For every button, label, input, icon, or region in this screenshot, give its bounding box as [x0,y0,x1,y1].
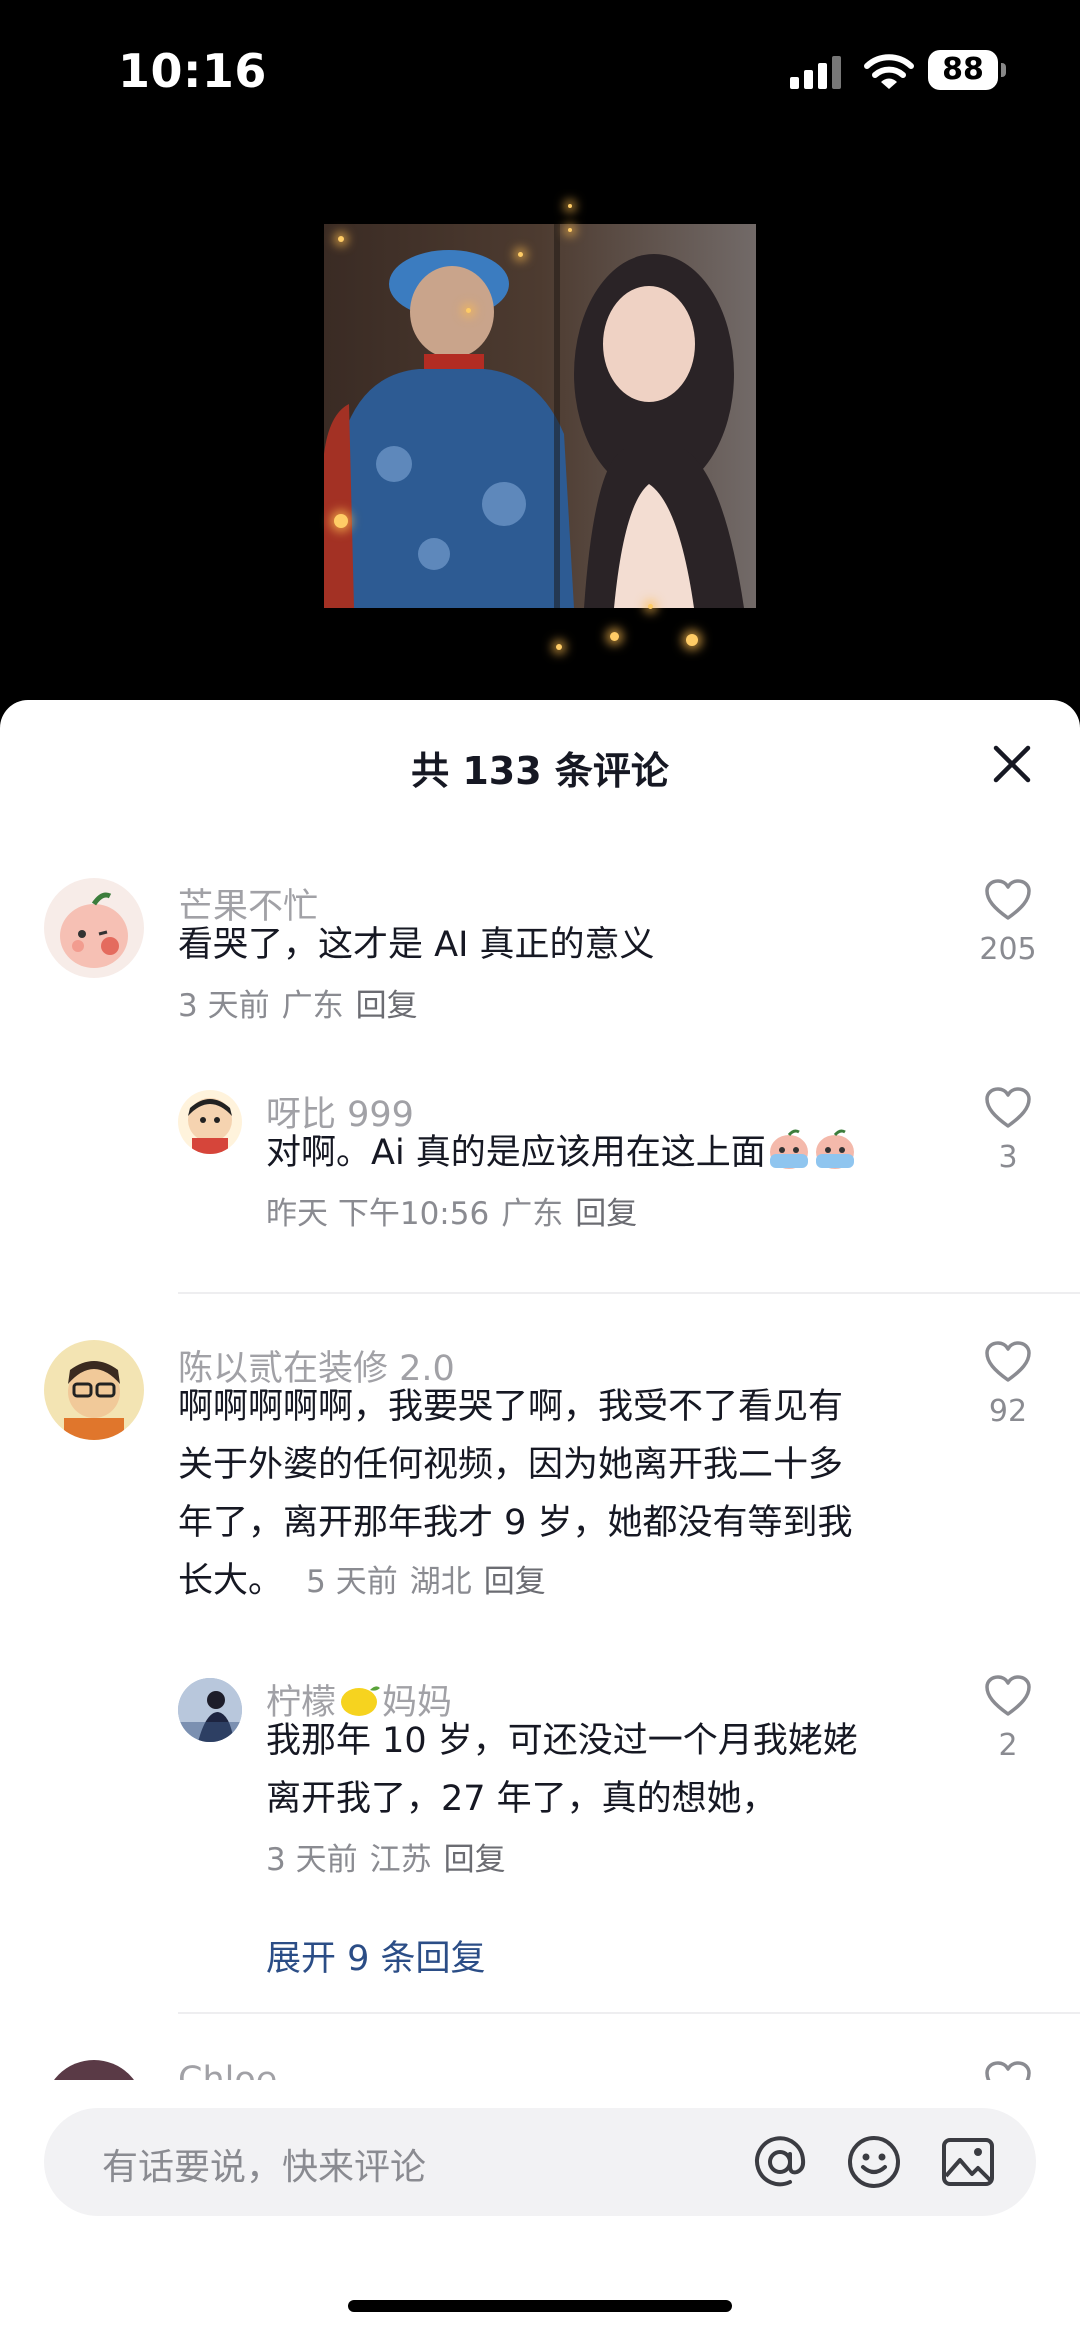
sparkle [556,644,562,650]
heart-outline-icon [985,1087,1031,1128]
comment-text: 啊啊啊啊啊，我要哭了啊，我受不了看见有 关于外婆的任何视频，因为她离开我二十多 … [178,1378,938,1611]
comment-time: 3 天前 [178,988,270,1024]
reply-button[interactable]: 回复 [356,988,418,1024]
crying-emoji-icon [766,1126,812,1172]
heart-outline-icon [985,1675,1031,1716]
smiley-icon[interactable] [846,2134,902,2190]
wifi-icon [864,54,914,89]
like-count: 92 [988,1394,1028,1429]
status-time: 10:16 [118,44,267,98]
comment-text-line: 我那年 10 岁，可还没过一个月我姥姥 [266,1721,858,1761]
heart-outline-icon [985,879,1031,920]
heart-outline-icon [985,1341,1031,1382]
comment-input-bar: 有话要说，快来评论 [0,2080,1080,2337]
comment-text-line: 啊啊啊啊啊，我要哭了啊，我受不了看见有 [178,1387,844,1427]
comment-text-last-line: 长大。 5 天前 湖北 回复 [178,1552,938,1611]
sparkle [568,228,572,232]
comment-input[interactable]: 有话要说，快来评论 [44,2108,1036,2216]
comment-item: 芒果不忙 看哭了，这才是 AI 真正的意义 3 天前 广东 回复 205 [0,878,1080,1024]
at-icon[interactable] [752,2134,808,2190]
home-indicator[interactable] [348,2300,732,2312]
reply-button[interactable]: 回复 [444,1842,506,1878]
image-icon[interactable] [940,2134,996,2190]
sparkle [338,236,344,242]
battery-icon: 88 [928,50,1008,92]
video-frame-image [324,224,756,608]
comment-time: 昨天 下午10:56 [266,1196,490,1232]
comment-meta: 5 天前 湖北 回复 [306,1564,558,1600]
comment-meta: 3 天前 广东 回复 [178,980,430,1025]
avatar[interactable] [44,1340,144,1440]
comment-time: 3 天前 [266,1842,358,1878]
cellular-signal-icon [790,56,841,89]
like-count: 205 [979,932,1037,967]
like-button[interactable]: 3 [968,1086,1048,1175]
comment-input-placeholder: 有话要说，快来评论 [102,2147,427,2188]
battery-level: 88 [942,52,984,87]
comment-meta: 昨天 下午10:56 广东 回复 [266,1188,649,1233]
like-count: 3 [998,1140,1018,1175]
comment-text-line: 年了，离开那年我才 9 岁，她都没有等到我 [178,1503,853,1543]
comment-text-line: 长大。 [178,1561,284,1601]
reply-item: 呀比 999 对啊。Ai 真的是应该用在这上面 昨天 下午10:56 广东 回复 3 [0,1086,1080,1236]
expand-replies-button[interactable]: 展开 9 条回复 [266,1930,486,1981]
comment-location: 广东 [281,988,344,1024]
divider [178,1292,1080,1294]
sparkle [610,632,619,641]
close-icon[interactable] [988,740,1036,788]
video-preview[interactable] [0,140,1080,700]
sparkle [648,604,653,609]
comment-text: 对啊。Ai 真的是应该用在这上面 [266,1124,858,1182]
like-button[interactable]: 205 [968,878,1048,967]
sparkle [568,204,572,208]
reply-item: 柠檬 妈妈 我那年 10 岁，可还没过一个月我姥姥 离开我了，27 年了，真的想… [0,1674,1080,1884]
comment-text: 看哭了，这才是 AI 真正的意义 [178,925,655,965]
sparkle [466,308,471,313]
avatar[interactable] [178,1678,242,1742]
status-bar: 10:16 88 [0,0,1080,140]
comment-text-body: 对啊。Ai 真的是应该用在这上面 [266,1133,766,1173]
comment-text-line: 离开我了，27 年了，真的想她， [266,1779,777,1819]
comments-count-title: 共 133 条评论 [411,749,669,793]
reply-button[interactable]: 回复 [484,1564,546,1600]
reply-button[interactable]: 回复 [575,1196,637,1232]
sparkle [686,634,698,646]
avatar[interactable] [44,878,144,978]
like-count: 2 [998,1728,1018,1763]
comment-item: 陈以贰在装修 2.0 啊啊啊啊啊，我要哭了啊，我受不了看见有 关于外婆的任何视频… [0,1340,1080,1640]
sparkle [334,514,348,528]
crying-emoji-icon [812,1126,858,1172]
comment-text-line: 关于外婆的任何视频，因为她离开我二十多 [178,1445,844,1485]
avatar[interactable] [178,1090,242,1154]
like-button[interactable]: 2 [968,1674,1048,1763]
comment-location: 江苏 [369,1842,432,1878]
like-button[interactable]: 92 [968,1340,1048,1429]
sparkle [518,252,523,257]
comment-meta: 3 天前 江苏 回复 [266,1834,518,1879]
comment-text: 我那年 10 岁，可还没过一个月我姥姥 离开我了，27 年了，真的想她， [266,1712,858,1828]
comment-location: 广东 [501,1196,564,1232]
comment-location: 湖北 [409,1564,472,1600]
divider [178,2012,1080,2014]
comment-time: 5 天前 [306,1564,398,1600]
